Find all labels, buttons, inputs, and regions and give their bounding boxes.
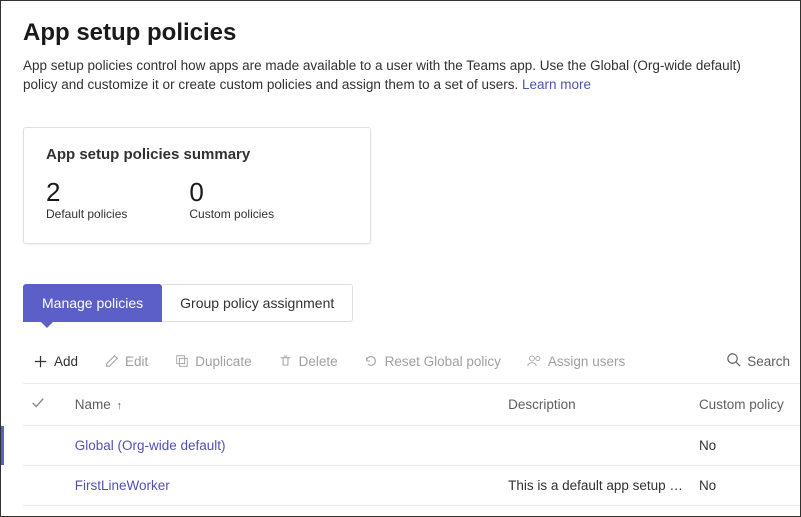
policies-table: Name ↑ Description Custom policy Global … xyxy=(23,384,800,506)
select-all-checkbox[interactable] xyxy=(23,384,67,426)
column-description-header[interactable]: Description xyxy=(500,384,691,426)
metric-label: Default policies xyxy=(46,207,127,221)
learn-more-link[interactable]: Learn more xyxy=(522,77,591,92)
checkmark-icon xyxy=(31,396,45,410)
delete-label: Delete xyxy=(299,354,338,369)
edit-button[interactable]: Edit xyxy=(94,350,158,373)
row-checkbox[interactable] xyxy=(23,425,67,465)
page-description: App setup policies control how apps are … xyxy=(23,57,763,95)
delete-button[interactable]: Delete xyxy=(268,350,348,373)
summary-title: App setup policies summary xyxy=(46,146,348,163)
duplicate-icon xyxy=(174,354,189,369)
trash-icon xyxy=(278,354,293,369)
duplicate-button[interactable]: Duplicate xyxy=(164,350,261,373)
users-icon xyxy=(527,354,542,369)
reset-button[interactable]: Reset Global policy xyxy=(354,350,511,373)
sort-ascending-icon: ↑ xyxy=(114,400,122,412)
table-row[interactable]: Global (Org-wide default) No xyxy=(23,425,800,465)
policy-description: This is a default app setup … xyxy=(508,478,683,493)
search-icon xyxy=(726,352,741,370)
toolbar: Add Edit Duplicate Delete Reset Global p… xyxy=(23,344,800,384)
description-text: App setup policies control how apps are … xyxy=(23,58,741,92)
pencil-icon xyxy=(104,354,119,369)
plus-icon xyxy=(33,354,48,369)
duplicate-label: Duplicate xyxy=(195,354,251,369)
summary-card: App setup policies summary 2 Default pol… xyxy=(23,127,371,244)
policy-name-link[interactable]: Global (Org-wide default) xyxy=(75,438,226,453)
add-button[interactable]: Add xyxy=(23,350,88,373)
edit-label: Edit xyxy=(125,354,148,369)
table-row[interactable]: FirstLineWorker This is a default app se… xyxy=(23,465,800,505)
column-name-header[interactable]: Name ↑ xyxy=(67,384,500,426)
metric-default-policies: 2 Default policies xyxy=(46,179,127,221)
search-label: Search xyxy=(747,354,790,369)
metric-label: Custom policies xyxy=(189,207,274,221)
policy-name-link[interactable]: FirstLineWorker xyxy=(75,478,170,493)
metric-value: 0 xyxy=(189,179,274,205)
policy-custom-value: No xyxy=(699,438,716,453)
assign-label: Assign users xyxy=(548,354,625,369)
add-label: Add xyxy=(54,354,78,369)
reset-icon xyxy=(364,354,379,369)
page-title: App setup policies xyxy=(23,19,800,47)
reset-label: Reset Global policy xyxy=(385,354,501,369)
tab-manage-policies[interactable]: Manage policies xyxy=(23,284,162,322)
policy-custom-value: No xyxy=(699,478,716,493)
search-input[interactable]: Search xyxy=(726,352,800,370)
row-checkbox[interactable] xyxy=(23,465,67,505)
column-custom-header[interactable]: Custom policy xyxy=(691,384,800,426)
tab-group-policy-assignment[interactable]: Group policy assignment xyxy=(162,284,353,322)
assign-users-button[interactable]: Assign users xyxy=(517,350,635,373)
column-name-label: Name xyxy=(75,397,111,412)
metric-value: 2 xyxy=(46,179,127,205)
tabs: Manage policies Group policy assignment xyxy=(23,284,800,322)
metric-custom-policies: 0 Custom policies xyxy=(189,179,274,221)
